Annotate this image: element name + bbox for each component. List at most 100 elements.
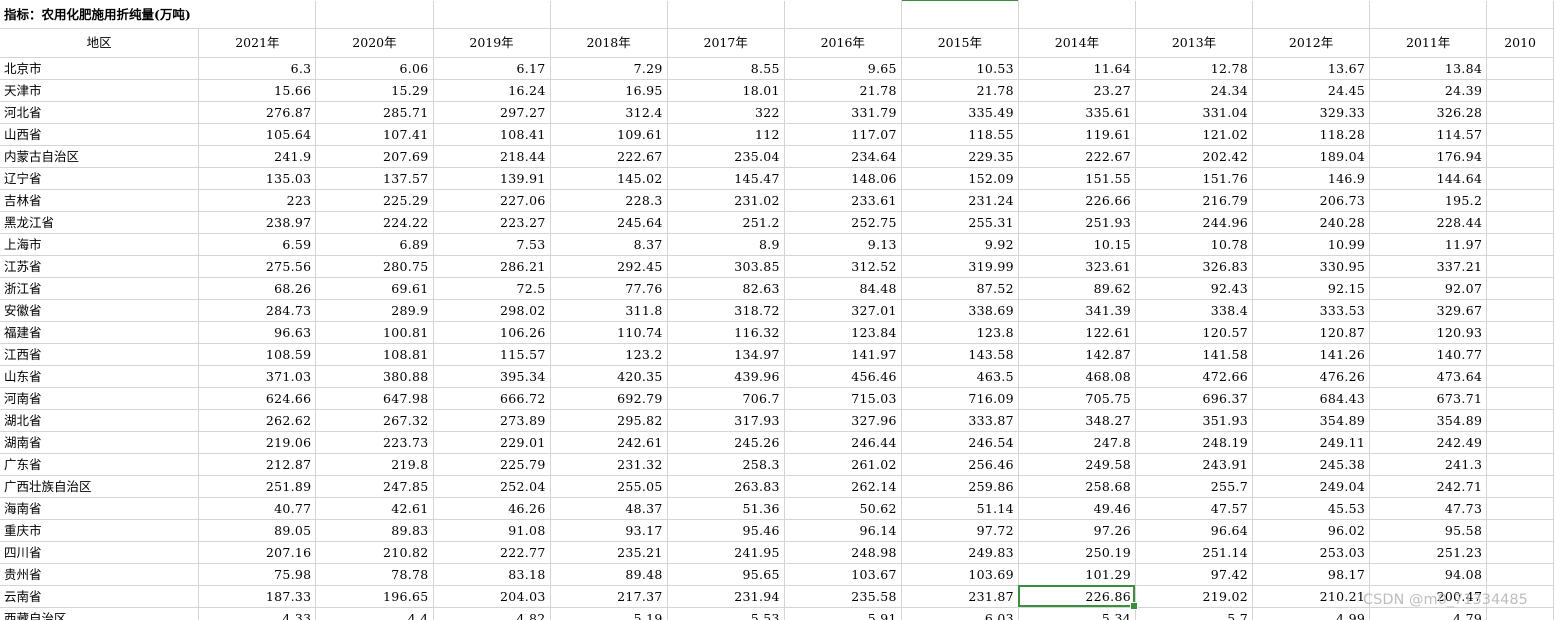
value-cell[interactable]: 335.49 xyxy=(901,101,1019,124)
value-cell[interactable]: 331.04 xyxy=(1135,101,1254,124)
region-cell[interactable]: 上海市 xyxy=(0,233,200,256)
value-cell[interactable]: 23.27 xyxy=(1018,79,1136,102)
value-cell[interactable]: 295.82 xyxy=(550,409,668,432)
value-cell[interactable]: 327.96 xyxy=(784,409,902,432)
value-cell[interactable]: 326.28 xyxy=(1369,101,1488,124)
region-cell[interactable]: 北京市 xyxy=(0,57,200,80)
value-cell[interactable]: 289.9 xyxy=(315,299,434,322)
value-cell[interactable]: 476.26 xyxy=(1252,365,1371,388)
year-header-cell[interactable]: 2018年 xyxy=(550,28,668,58)
value-cell[interactable]: 11.64 xyxy=(1018,57,1136,80)
empty-cell[interactable] xyxy=(901,0,1019,29)
value-cell[interactable]: 204.03 xyxy=(433,585,551,608)
region-cell[interactable]: 江苏省 xyxy=(0,255,200,278)
value-cell[interactable]: 106.26 xyxy=(433,321,551,344)
empty-cell[interactable] xyxy=(433,0,551,29)
value-cell[interactable]: 255.7 xyxy=(1135,475,1254,498)
region-cell[interactable]: 河南省 xyxy=(0,387,200,410)
value-cell[interactable]: 75.98 xyxy=(198,563,317,586)
value-cell[interactable]: 4.99 xyxy=(1252,607,1371,620)
value-cell[interactable]: 330.95 xyxy=(1252,255,1371,278)
value-cell[interactable]: 10.15 xyxy=(1018,233,1136,256)
region-cell[interactable]: 江西省 xyxy=(0,343,200,366)
value-cell[interactable]: 108.41 xyxy=(433,123,551,146)
value-cell[interactable]: 92.43 xyxy=(1135,277,1254,300)
value-cell[interactable]: 120.87 xyxy=(1252,321,1371,344)
value-cell[interactable]: 222.67 xyxy=(1018,145,1136,168)
value-cell[interactable]: 217.37 xyxy=(550,585,668,608)
value-cell[interactable]: 96.02 xyxy=(1252,519,1371,542)
region-cell[interactable]: 内蒙古自治区 xyxy=(0,145,200,168)
value-cell[interactable]: 5.34 xyxy=(1018,607,1136,620)
year-header-cell[interactable]: 2020年 xyxy=(315,28,434,58)
value-cell[interactable]: 210.21 xyxy=(1252,585,1371,608)
value-cell[interactable]: 9.65 xyxy=(784,57,902,80)
value-cell[interactable]: 673.71 xyxy=(1369,387,1488,410)
region-cell[interactable]: 广西壮族自治区 xyxy=(0,475,200,498)
value-cell[interactable]: 210.82 xyxy=(315,541,434,564)
year-header-cell[interactable]: 2017年 xyxy=(667,28,785,58)
empty-cell[interactable] xyxy=(1018,0,1136,29)
value-cell[interactable]: 235.58 xyxy=(784,585,902,608)
region-cell[interactable]: 浙江省 xyxy=(0,277,200,300)
year-header-cell[interactable]: 2016年 xyxy=(784,28,902,58)
value-cell[interactable]: 219.06 xyxy=(198,431,317,454)
value-cell[interactable]: 144.64 xyxy=(1369,167,1488,190)
value-cell[interactable]: 258.68 xyxy=(1018,475,1136,498)
value-cell[interactable]: 380.88 xyxy=(315,365,434,388)
value-cell[interactable]: 246.54 xyxy=(901,431,1019,454)
value-cell[interactable]: 152.09 xyxy=(901,167,1019,190)
value-cell[interactable]: 118.28 xyxy=(1252,123,1371,146)
value-cell[interactable]: 241.95 xyxy=(667,541,785,564)
value-cell[interactable]: 696.37 xyxy=(1135,387,1254,410)
value-cell[interactable]: 49.46 xyxy=(1018,497,1136,520)
value-cell[interactable]: 4.4 xyxy=(315,607,434,620)
value-cell[interactable]: 8.55 xyxy=(667,57,785,80)
value-cell[interactable]: 46.26 xyxy=(433,497,551,520)
value-cell[interactable]: 329.67 xyxy=(1369,299,1488,322)
value-cell[interactable]: 262.62 xyxy=(198,409,317,432)
year-header-cell[interactable]: 2014年 xyxy=(1018,28,1136,58)
value-cell[interactable]: 13.67 xyxy=(1252,57,1371,80)
fill-handle[interactable] xyxy=(1130,602,1139,610)
value-cell[interactable]: 110.74 xyxy=(550,321,668,344)
value-cell[interactable]: 100.81 xyxy=(315,321,434,344)
value-cell[interactable]: 6.3 xyxy=(198,57,317,80)
value-cell[interactable]: 8.37 xyxy=(550,233,668,256)
value-cell[interactable]: 242.49 xyxy=(1369,431,1488,454)
region-cell[interactable]: 黑龙江省 xyxy=(0,211,200,234)
value-cell[interactable]: 187.33 xyxy=(198,585,317,608)
value-cell[interactable]: 245.38 xyxy=(1252,453,1371,476)
value-cell[interactable] xyxy=(1486,365,1554,388)
value-cell[interactable] xyxy=(1486,607,1554,620)
value-cell[interactable]: 95.46 xyxy=(667,519,785,542)
value-cell[interactable]: 280.75 xyxy=(315,255,434,278)
region-cell[interactable]: 福建省 xyxy=(0,321,200,344)
year-header-cell[interactable]: 2010 xyxy=(1486,28,1554,58)
empty-cell[interactable] xyxy=(1486,0,1554,29)
value-cell[interactable]: 327.01 xyxy=(784,299,902,322)
value-cell[interactable]: 251.89 xyxy=(198,475,317,498)
value-cell[interactable]: 97.42 xyxy=(1135,563,1254,586)
region-cell[interactable]: 海南省 xyxy=(0,497,200,520)
value-cell[interactable]: 258.3 xyxy=(667,453,785,476)
value-cell[interactable]: 251.23 xyxy=(1369,541,1488,564)
value-cell[interactable]: 333.87 xyxy=(901,409,1019,432)
value-cell[interactable]: 6.17 xyxy=(433,57,551,80)
value-cell[interactable]: 118.55 xyxy=(901,123,1019,146)
value-cell[interactable] xyxy=(1486,475,1554,498)
value-cell[interactable]: 333.53 xyxy=(1252,299,1371,322)
value-cell[interactable]: 395.34 xyxy=(433,365,551,388)
value-cell[interactable]: 439.96 xyxy=(667,365,785,388)
value-cell[interactable]: 109.61 xyxy=(550,123,668,146)
value-cell[interactable]: 216.79 xyxy=(1135,189,1254,212)
empty-cell[interactable] xyxy=(667,0,785,29)
value-cell[interactable]: 6.03 xyxy=(901,607,1019,620)
region-cell[interactable]: 安徽省 xyxy=(0,299,200,322)
value-cell[interactable]: 226.66 xyxy=(1018,189,1136,212)
value-cell[interactable]: 123.84 xyxy=(784,321,902,344)
region-cell[interactable]: 广东省 xyxy=(0,453,200,476)
value-cell[interactable]: 95.65 xyxy=(667,563,785,586)
value-cell[interactable]: 83.18 xyxy=(433,563,551,586)
region-cell[interactable]: 重庆市 xyxy=(0,519,200,542)
